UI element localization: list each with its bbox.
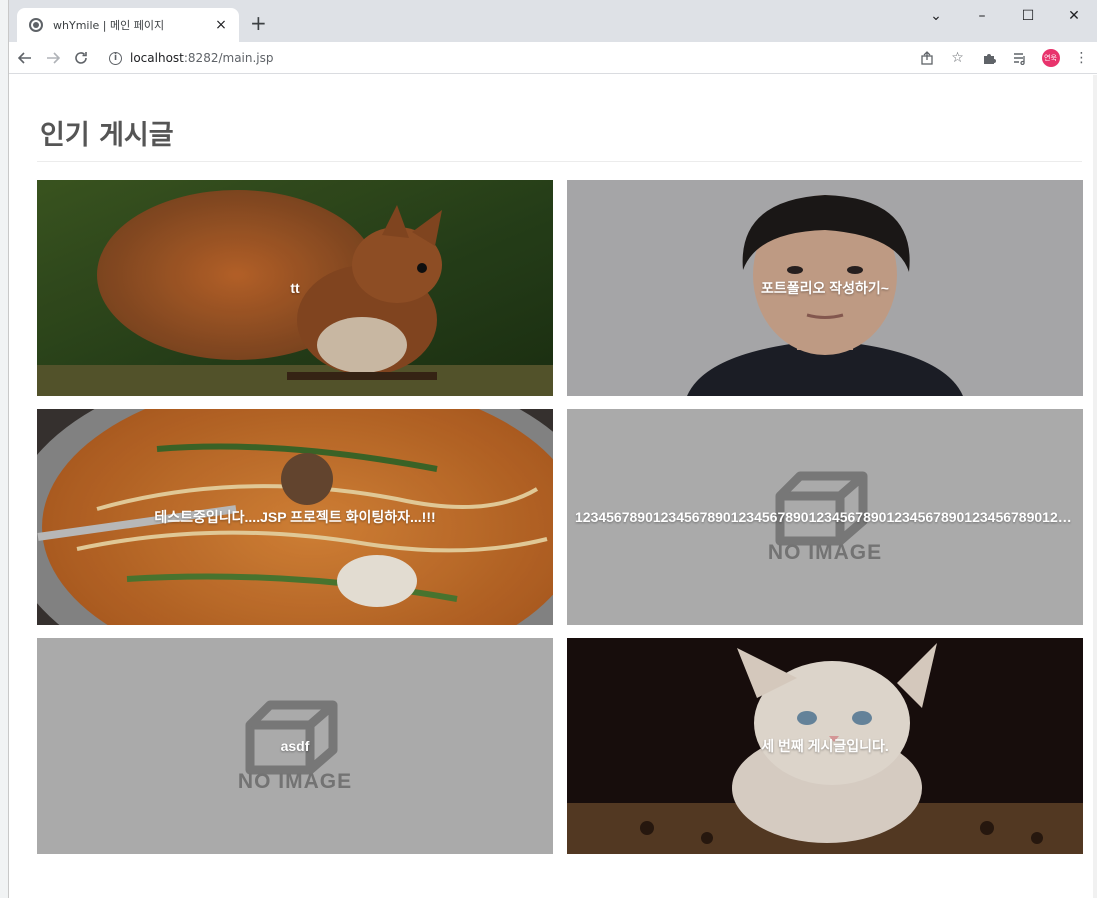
post-card[interactable]: NO IMAGE 1234567890123456789012345678901… [567, 409, 1083, 625]
url-path: :8282/main.jsp [183, 51, 274, 65]
post-card[interactable]: tt [37, 180, 553, 396]
new-tab-button[interactable]: + [250, 13, 267, 33]
scrollbar[interactable] [1093, 75, 1097, 898]
no-image-label: NO IMAGE [767, 541, 883, 564]
reading-list-icon[interactable] [1004, 46, 1035, 70]
post-card[interactable]: 포트폴리오 작성하기~ [567, 180, 1083, 396]
post-title: 1234567890123456789012345678901234567890… [575, 509, 1083, 525]
site-info-icon[interactable]: i [109, 51, 122, 65]
tab-close-icon[interactable]: × [213, 17, 229, 33]
share-icon[interactable] [911, 46, 942, 70]
browser-window: whYmile | 메인 페이지 × + ⌄ – ☐ ✕ i localhost… [8, 0, 1097, 898]
address-bar[interactable]: i localhost :8282/main.jsp [109, 46, 909, 70]
tab-strip: whYmile | 메인 페이지 × + ⌄ – ☐ ✕ [9, 0, 1097, 42]
extensions-puzzle-icon[interactable] [973, 46, 1004, 70]
avatar: 연욱 [1041, 49, 1060, 67]
browser-toolbar: i localhost :8282/main.jsp ☆ 연욱 ⋮ [9, 42, 1097, 74]
back-arrow-icon[interactable] [13, 46, 37, 70]
toolbar-actions: ☆ 연욱 ⋮ [911, 42, 1097, 74]
post-card[interactable]: 세 번째 게시글입니다. [567, 638, 1083, 854]
url-host: localhost [130, 51, 184, 65]
post-title: 세 번째 게시글입니다. [761, 738, 889, 754]
reload-icon[interactable] [69, 46, 93, 70]
globe-icon [29, 18, 43, 32]
browser-tab[interactable]: whYmile | 메인 페이지 × [17, 8, 239, 42]
tab-title: whYmile | 메인 페이지 [53, 19, 165, 32]
page-content: 인기 게시글 tt 포트폴리오 작성하기~ 테스트중입니다....JSP 프로젝… [9, 75, 1097, 898]
profile-button[interactable]: 연욱 [1035, 46, 1066, 70]
no-image-label: NO IMAGE [237, 770, 353, 793]
post-card[interactable]: 테스트중입니다....JSP 프로젝트 화이팅하자...!!! [37, 409, 553, 625]
post-card[interactable]: NO IMAGE asdf [37, 638, 553, 854]
title-divider [37, 161, 1082, 162]
post-title: 포트폴리오 작성하기~ [761, 280, 889, 296]
forward-arrow-icon[interactable] [41, 46, 65, 70]
post-title: tt [290, 280, 300, 296]
post-title: asdf [280, 738, 310, 754]
window-controls: ⌄ – ☐ ✕ [913, 0, 1097, 32]
tab-search-icon[interactable]: ⌄ [913, 0, 959, 32]
close-window-button[interactable]: ✕ [1051, 0, 1097, 32]
maximize-button[interactable]: ☐ [1005, 0, 1051, 32]
menu-kebab-icon[interactable]: ⋮ [1066, 46, 1097, 70]
post-title: 테스트중입니다....JSP 프로젝트 화이팅하자...!!! [154, 509, 436, 525]
minimize-button[interactable]: – [959, 0, 1005, 32]
page-title: 인기 게시글 [40, 120, 174, 151]
bookmark-star-icon[interactable]: ☆ [942, 46, 973, 70]
